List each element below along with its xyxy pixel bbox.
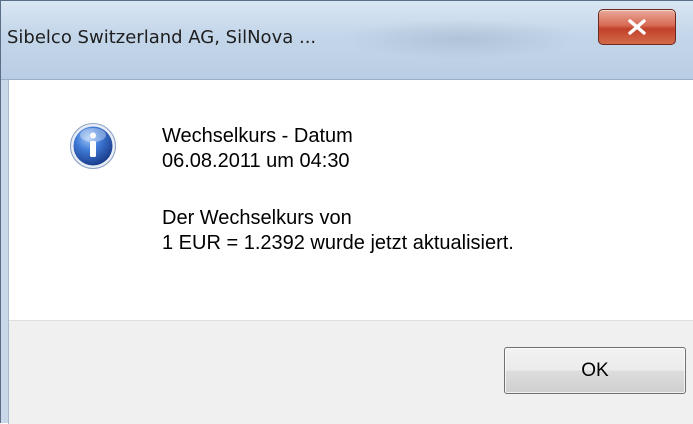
- message-line-4: 1 EUR = 1.2392 wurde jetzt aktualisiert.: [162, 232, 514, 254]
- title-bar[interactable]: Sibelco Switzerland AG, SilNova ...: [1, 1, 693, 80]
- window-title: Sibelco Switzerland AG, SilNova ...: [7, 27, 317, 48]
- close-button[interactable]: [598, 9, 676, 45]
- dialog-window: Sibelco Switzerland AG, SilNova ... Wech…: [0, 0, 693, 424]
- dialog-content: Wechselkurs - Datum 06.08.2011 um 04:30 …: [8, 80, 693, 424]
- message-text: Wechselkurs - Datum 06.08.2011 um 04:30 …: [162, 124, 514, 256]
- close-x-icon: [628, 19, 646, 35]
- message-line-3: Der Wechselkurs von: [162, 207, 352, 229]
- info-icon: [70, 123, 116, 169]
- message-line-1: Wechselkurs - Datum: [162, 125, 353, 147]
- message-line-2: 06.08.2011 um 04:30: [162, 150, 350, 172]
- ok-button[interactable]: OK: [504, 347, 686, 394]
